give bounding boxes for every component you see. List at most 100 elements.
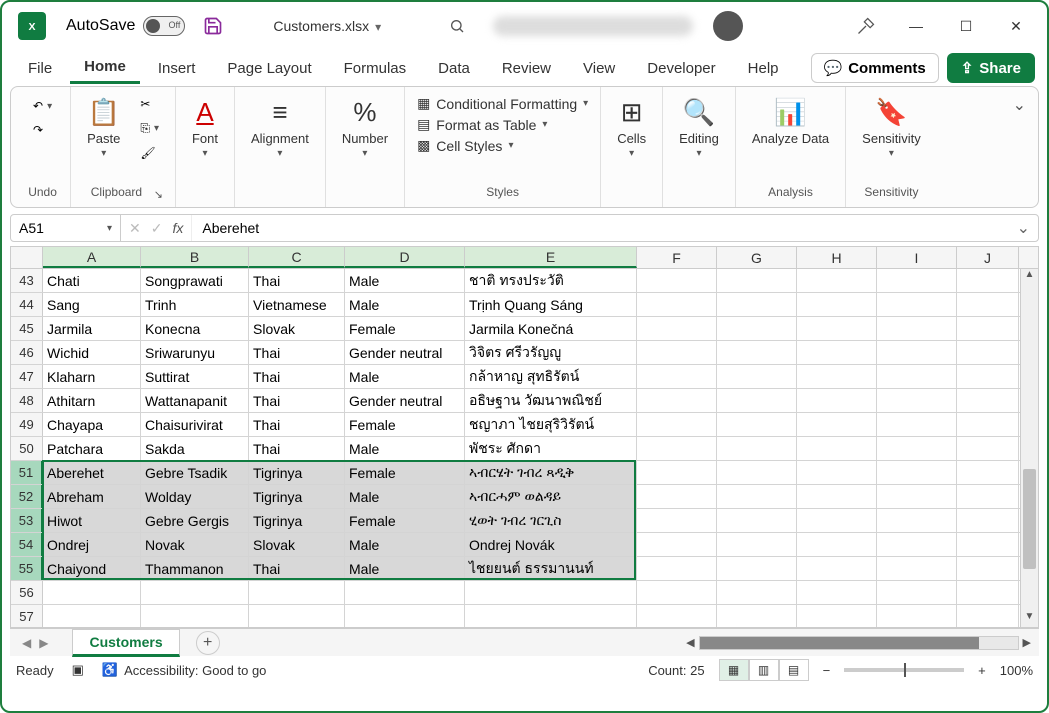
cell[interactable]	[637, 413, 717, 436]
cancel-icon[interactable]: ✕	[129, 220, 141, 237]
comments-button[interactable]: 💬 Comments	[811, 53, 939, 83]
filename[interactable]: Customers.xlsx▾	[273, 18, 381, 34]
number-button[interactable]: % Number ▾	[334, 91, 396, 163]
close-button[interactable]: ✕	[993, 6, 1039, 46]
cell[interactable]	[637, 389, 717, 412]
cell[interactable]: Slovak	[249, 533, 345, 556]
cell[interactable]: Songprawati	[141, 269, 249, 292]
cell[interactable]: Male	[345, 557, 465, 580]
column-header-D[interactable]: D	[345, 247, 465, 268]
cell[interactable]: Male	[345, 293, 465, 316]
zoom-slider[interactable]	[844, 668, 964, 672]
select-all-corner[interactable]	[11, 247, 43, 268]
cell[interactable]: Jarmila Konečná	[465, 317, 637, 340]
cell[interactable]	[797, 437, 877, 460]
row-header-45[interactable]: 45	[11, 317, 43, 340]
cell[interactable]: Thai	[249, 413, 345, 436]
cell[interactable]	[877, 293, 957, 316]
horizontal-scrollbar[interactable]: ◀ ▶	[220, 636, 1039, 650]
cell[interactable]: Sang	[43, 293, 141, 316]
cell[interactable]: Gender neutral	[345, 341, 465, 364]
cell[interactable]	[957, 485, 1019, 508]
cell[interactable]	[637, 581, 717, 604]
cell[interactable]	[637, 509, 717, 532]
cell[interactable]	[957, 413, 1019, 436]
cell[interactable]: Aberehet	[43, 461, 141, 484]
cell[interactable]	[797, 461, 877, 484]
clipboard-dialog-launcher[interactable]: ↘	[154, 188, 167, 201]
cell[interactable]: Jarmila	[43, 317, 141, 340]
scroll-up-icon[interactable]: ▲	[1021, 269, 1038, 285]
cell[interactable]	[877, 269, 957, 292]
cell[interactable]	[717, 317, 797, 340]
cell[interactable]	[957, 557, 1019, 580]
formula-expand-button[interactable]: ⌄	[1009, 218, 1038, 238]
cell[interactable]	[877, 509, 957, 532]
cell[interactable]	[717, 509, 797, 532]
redo-button[interactable]: ↷	[29, 121, 56, 139]
search-area[interactable]	[449, 18, 465, 34]
row-header-55[interactable]: 55	[11, 557, 43, 580]
cell[interactable]: Gebre Tsadik	[141, 461, 249, 484]
row-header-49[interactable]: 49	[11, 413, 43, 436]
cell[interactable]	[637, 341, 717, 364]
save-icon[interactable]	[201, 14, 225, 38]
cell[interactable]: Konecna	[141, 317, 249, 340]
conditional-formatting-button[interactable]: ▦Conditional Formatting▾	[417, 95, 588, 112]
row-header-53[interactable]: 53	[11, 509, 43, 532]
cell[interactable]	[637, 269, 717, 292]
cell[interactable]: Male	[345, 437, 465, 460]
avatar[interactable]	[713, 11, 743, 41]
cell[interactable]: Thai	[249, 389, 345, 412]
cell[interactable]: ኣብርሄት ገብረ ጻዲቅ	[465, 461, 637, 484]
cell[interactable]	[957, 293, 1019, 316]
cell[interactable]: Trịnh Quang Sáng	[465, 293, 637, 316]
cell[interactable]	[797, 533, 877, 556]
tab-home[interactable]: Home	[70, 52, 140, 84]
column-header-H[interactable]: H	[797, 247, 877, 268]
horizontal-scroll-thumb[interactable]	[700, 637, 980, 649]
cell[interactable]	[717, 461, 797, 484]
undo-button[interactable]: ↶▾	[29, 97, 56, 115]
cell[interactable]: Chaiyond	[43, 557, 141, 580]
cell[interactable]	[141, 581, 249, 604]
tab-view[interactable]: View	[569, 54, 629, 83]
cell[interactable]	[957, 605, 1019, 627]
tab-insert[interactable]: Insert	[144, 54, 210, 83]
tab-formulas[interactable]: Formulas	[330, 54, 421, 83]
cell[interactable]: Patchara	[43, 437, 141, 460]
cell[interactable]	[797, 293, 877, 316]
vertical-scroll-thumb[interactable]	[1023, 469, 1036, 569]
fx-icon[interactable]: fx	[172, 220, 183, 236]
cells-button[interactable]: ⊞ Cells ▾	[609, 91, 654, 163]
minimize-button[interactable]: —	[893, 6, 939, 46]
column-header-I[interactable]: I	[877, 247, 957, 268]
cell[interactable]: ኣብርሓም ወልዳይ	[465, 485, 637, 508]
cell[interactable]	[877, 557, 957, 580]
cell[interactable]: Trinh	[141, 293, 249, 316]
cell[interactable]: Female	[345, 317, 465, 340]
cell[interactable]	[957, 581, 1019, 604]
cell[interactable]: Klaharn	[43, 365, 141, 388]
cut-button[interactable]: ✂	[136, 95, 163, 113]
cell[interactable]	[797, 389, 877, 412]
cell[interactable]	[957, 437, 1019, 460]
sheet-tab-customers[interactable]: Customers	[72, 629, 179, 657]
cell[interactable]: ไชยยนต์ ธรรมานนท์	[465, 557, 637, 580]
cell[interactable]	[637, 557, 717, 580]
cell[interactable]: Chaisurivirat	[141, 413, 249, 436]
column-header-G[interactable]: G	[717, 247, 797, 268]
cell[interactable]	[957, 509, 1019, 532]
cell[interactable]	[797, 365, 877, 388]
cell[interactable]	[957, 389, 1019, 412]
cell[interactable]: ሂወት ገብረ ገርጊስ	[465, 509, 637, 532]
cell[interactable]	[797, 341, 877, 364]
cell[interactable]: Vietnamese	[249, 293, 345, 316]
cell[interactable]	[877, 461, 957, 484]
vertical-scrollbar[interactable]: ▲ ▼	[1020, 269, 1038, 627]
cell[interactable]: วิจิตร ศรีวรัญญู	[465, 341, 637, 364]
cell[interactable]: Thai	[249, 437, 345, 460]
cell[interactable]: Gebre Gergis	[141, 509, 249, 532]
cell[interactable]: Abreham	[43, 485, 141, 508]
page-break-view-button[interactable]: ▤	[779, 659, 809, 681]
